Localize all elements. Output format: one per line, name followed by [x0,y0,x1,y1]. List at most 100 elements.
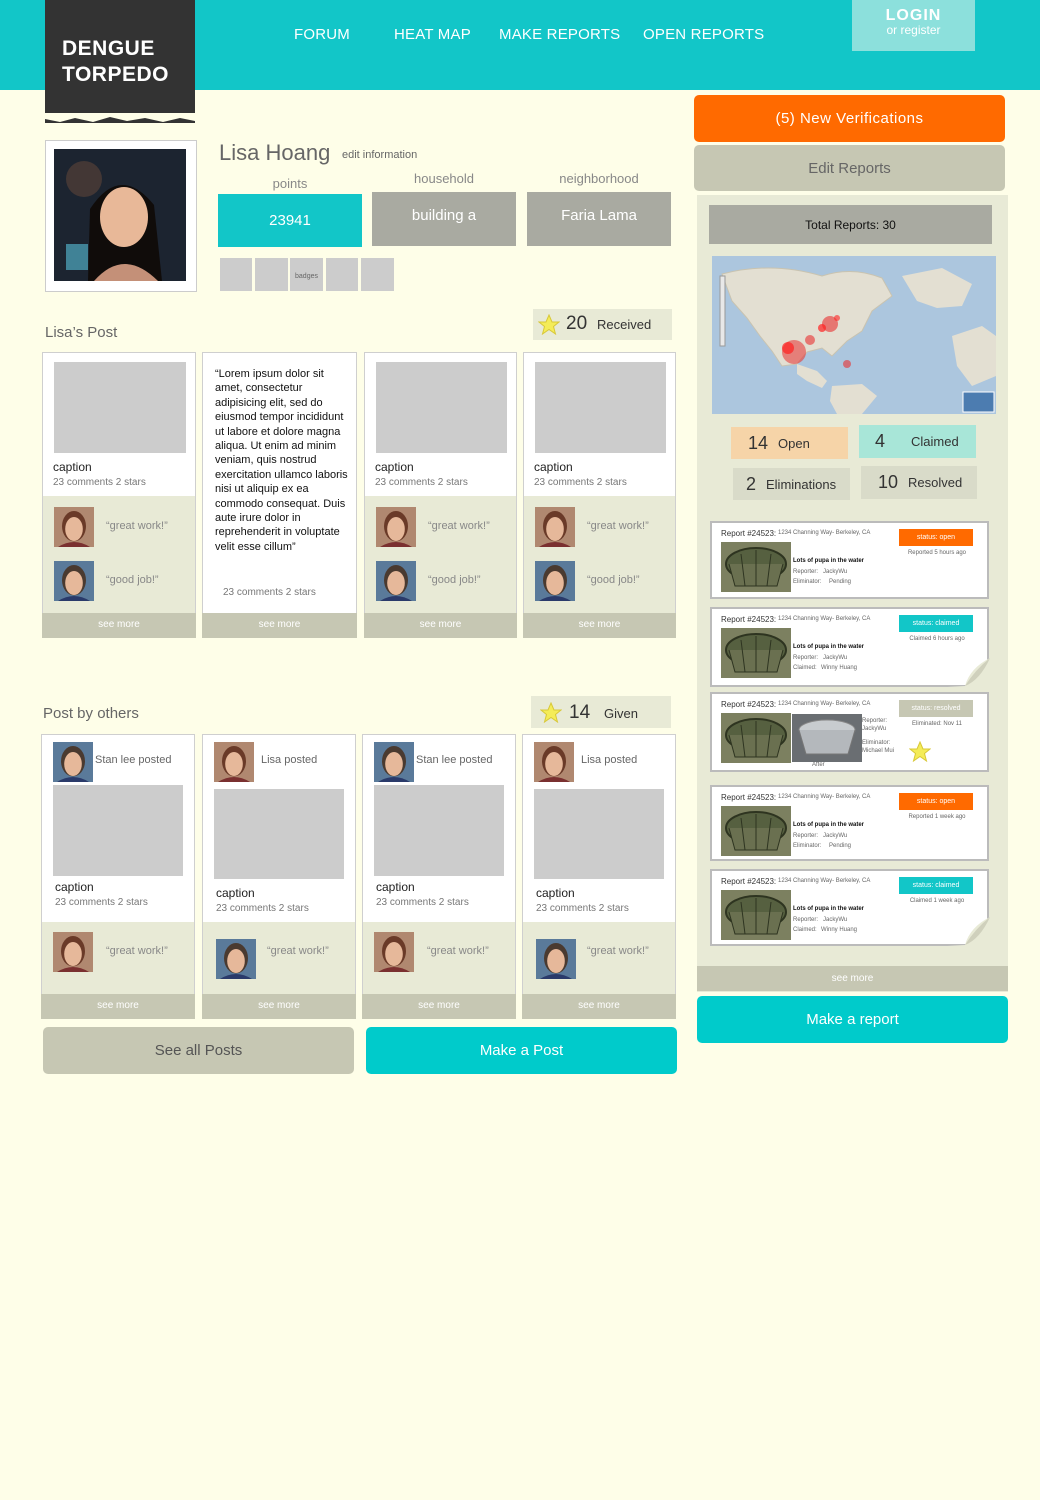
badge[interactable] [361,258,394,291]
reporter-name[interactable]: JackyWu [823,569,847,575]
register-link[interactable]: or register [852,23,975,37]
stat-claimed[interactable]: 4 Claimed [859,425,976,458]
post-image[interactable] [376,362,507,453]
household-value: building a [372,192,516,246]
stat-eliminations[interactable]: 2 Eliminations [733,468,850,500]
report-address: 1234 Channing Way- Berkeley, CA [778,616,871,622]
report-card[interactable]: Report #24523: 1234 Channing Way- Berkele… [710,521,989,599]
badge[interactable] [255,258,288,291]
commenter-avatar-male[interactable] [535,561,575,601]
see-more-link[interactable]: see more [362,994,516,1019]
report-photo[interactable] [721,890,791,940]
report-address: 1234 Channing Way- Berkeley, CA [778,701,871,707]
post-by-others-heading: Post by others [43,705,139,722]
report-card[interactable]: Report #24523: 1234 Channing Way- Berkele… [710,869,990,947]
post-image[interactable] [53,785,183,876]
make-a-post-button[interactable]: Make a Post [366,1027,677,1074]
commenter-avatar-male[interactable] [54,561,94,601]
commenter-avatar-male[interactable] [53,742,93,782]
post-image[interactable] [214,789,344,879]
report-card[interactable]: Report #24523: 1234 Channing Way- Berkele… [710,692,989,772]
other-post-card[interactable]: Lisa posted caption 23 comments 2 stars “gr… [202,734,356,1019]
new-verifications-button[interactable]: (5) New Verifications [694,95,1005,142]
lisa-post-card[interactable]: “Lorem ipsum dolor sit amet, consectetur… [202,352,357,638]
lisa-post-card[interactable]: caption 23 comments 2 stars “great work!” “… [364,352,517,638]
post-image[interactable] [535,362,666,453]
stat-open[interactable]: 14 Open [731,427,848,459]
stat-number: 10 [878,472,899,492]
commenter-avatar-female[interactable] [374,932,414,972]
see-all-posts-button[interactable]: See all Posts [43,1027,354,1074]
reporter-name[interactable]: JackyWu [823,655,847,661]
commenter-avatar-female[interactable] [534,742,574,782]
lisa-post-card[interactable]: caption 23 comments 2 stars “great work!” “… [42,352,196,638]
reports-see-more[interactable]: see more [697,966,1008,991]
site-logo[interactable]: DENGUE TORPEDO [45,0,195,123]
commenter-avatar-female[interactable] [376,507,416,547]
nav-open-reports[interactable]: OPEN REPORTS [643,26,764,43]
commenter-avatar-female[interactable] [214,742,254,782]
stat-number: 4 [875,431,886,451]
page-curl-icon [930,917,990,947]
role-value[interactable]: Winny Huang [821,927,857,933]
report-photo[interactable] [721,713,791,763]
see-more-link[interactable]: see more [202,613,357,638]
post-image[interactable] [534,789,664,879]
other-post-card[interactable]: Stan lee posted caption 23 comments 2 star… [41,734,195,1019]
commenter-avatar-male[interactable] [536,939,576,979]
reporter-name[interactable]: JackyWu [823,833,847,839]
report-card[interactable]: Report #24523: 1234 Channing Way- Berkele… [710,785,989,861]
reporter-name[interactable]: JackyWu [862,726,886,732]
role-value[interactable]: Michael Mui [862,748,894,754]
stars-given-count: 14 [569,702,591,723]
reporter-name[interactable]: JackyWu [823,917,847,923]
badge[interactable] [326,258,358,291]
post-image[interactable] [54,362,186,453]
commenter-avatar-female[interactable] [53,932,93,972]
edit-information-link[interactable]: edit information [342,149,417,161]
report-photo[interactable] [721,806,791,856]
report-time: Eliminated: Nov 11 [912,721,962,727]
commenter-avatar-male[interactable] [374,742,414,782]
other-post-card[interactable]: Lisa posted caption 23 comments 2 stars “gr… [522,734,676,1019]
role-label: Eliminator: [793,843,822,849]
edit-reports-button[interactable]: Edit Reports [694,145,1005,191]
report-id: Report #24523: [721,615,777,624]
report-card[interactable]: Report #24523: 1234 Channing Way- Berkele… [710,607,990,688]
stars-received-label: Received [597,317,652,332]
post-image[interactable] [374,785,504,876]
star-icon[interactable] [909,741,931,762]
report-photo[interactable] [721,542,791,592]
lisas-post-heading: Lisa’s Post [45,324,118,341]
post-meta: 23 comments 2 stars [53,477,146,488]
other-post-card[interactable]: Stan lee posted caption 23 comments 2 star… [362,734,516,1019]
report-photo[interactable] [721,628,791,678]
role-value[interactable]: Winny Huang [821,665,857,671]
heat-map[interactable] [712,256,996,414]
commenter-avatar-male[interactable] [216,939,256,979]
commenter-avatar-female[interactable] [54,507,94,547]
nav-forum[interactable]: FORUM [294,26,350,43]
see-more-link[interactable]: see more [522,994,676,1019]
see-more-link[interactable]: see more [42,613,196,638]
nav-make-reports[interactable]: MAKE REPORTS [499,26,620,43]
report-address: 1234 Channing Way- Berkeley, CA [778,878,871,884]
make-a-report-button[interactable]: Make a report [697,996,1008,1043]
stat-resolved[interactable]: 10 Resolved [861,466,977,499]
lisa-post-card[interactable]: caption 23 comments 2 stars “great work!” “… [523,352,676,638]
commenter-avatar-male[interactable] [376,561,416,601]
report-id: Report #24523: [721,877,777,886]
see-more-link[interactable]: see more [523,613,676,638]
post-caption: caption [53,460,92,474]
badge[interactable] [220,258,252,291]
see-more-link[interactable]: see more [202,994,356,1019]
commenter-avatar-female[interactable] [535,507,575,547]
post-meta: 23 comments 2 stars [536,903,629,914]
after-photo[interactable] [792,714,862,762]
login-button[interactable]: LOGIN or register [852,0,975,51]
comment-text: “great work!” [428,520,490,532]
report-address: 1234 Channing Way- Berkeley, CA [778,530,871,536]
see-more-link[interactable]: see more [41,994,195,1019]
see-more-link[interactable]: see more [364,613,517,638]
nav-heat-map[interactable]: HEAT MAP [394,26,471,43]
